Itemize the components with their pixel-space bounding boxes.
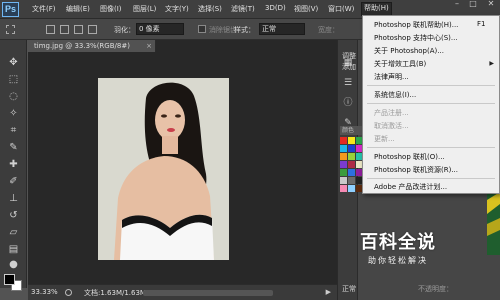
eraser-tool-icon[interactable]: ▱: [7, 226, 20, 239]
opacity-label: 不透明度：: [418, 285, 453, 293]
menu-window[interactable]: 窗口(W): [328, 4, 354, 14]
foreground-color-swatch[interactable]: [4, 274, 15, 285]
tools-panel: ✥ ⬚ ◌ ✧ ⌗ ✎ ✚ ✐ ⊥ ↺ ▱ ▤ ●: [0, 40, 27, 291]
color-swatches[interactable]: [340, 137, 363, 193]
subtract-selection-icon[interactable]: [74, 25, 83, 34]
width-label: 宽度：: [318, 26, 339, 34]
status-bar: 33.33% 文档:1.63M/1.63M ▶: [28, 284, 337, 300]
marquee-tool-icon[interactable]: ⬚: [7, 73, 20, 86]
antialias-checkbox[interactable]: [198, 25, 206, 33]
color-swatch[interactable]: [348, 145, 355, 152]
eyedropper-tool-icon[interactable]: ✎: [7, 141, 20, 154]
maximize-button[interactable]: □: [466, 0, 480, 9]
add-adjustment-label: 添加: [342, 63, 356, 71]
menu-edit[interactable]: 编辑(E): [66, 4, 90, 14]
add-selection-icon[interactable]: [60, 25, 69, 34]
color-swatch[interactable]: [340, 161, 347, 168]
color-swatch[interactable]: [348, 161, 355, 168]
feather-input[interactable]: 0 像素: [136, 23, 184, 35]
menu-item-deactivate[interactable]: 取消激活...: [374, 121, 409, 131]
gradient-tool-icon[interactable]: ▤: [7, 243, 20, 256]
menu-layer[interactable]: 图层(L): [133, 4, 156, 14]
menu-file[interactable]: 文件(F): [32, 4, 56, 14]
watermark-title: 百科全说: [360, 232, 436, 253]
color-swatch[interactable]: [348, 153, 355, 160]
color-swatch[interactable]: [348, 185, 355, 192]
menu-item-photoshop-online[interactable]: Photoshop 联机(O)...: [374, 152, 445, 162]
healing-brush-tool-icon[interactable]: ✚: [7, 158, 20, 171]
feather-label: 羽化：: [114, 26, 135, 34]
horizontal-scrollbar[interactable]: [143, 290, 273, 296]
menu-item-system-info[interactable]: 系统信息(I)...: [374, 90, 416, 100]
image-canvas[interactable]: [98, 78, 229, 260]
close-tab-icon[interactable]: ×: [146, 40, 152, 52]
menu-help[interactable]: 帮助(H): [361, 2, 392, 16]
menu-item-legal-notices[interactable]: 法律声明...: [374, 72, 409, 82]
brush-tool-icon[interactable]: ✐: [7, 175, 20, 188]
menu-item-online-resources[interactable]: Photoshop 联机资源(R)...: [374, 165, 458, 175]
color-swatch[interactable]: [340, 137, 347, 144]
document-window: timg.jpg @ 33.3%(RGB/8#) ×: [28, 40, 337, 288]
help-dropdown-menu: Photoshop 联机帮助(H)... F1 Photoshop 支持中心(S…: [362, 15, 500, 194]
plant-image: [487, 190, 500, 255]
watermark-subtitle: 助你轻松解决: [368, 256, 428, 265]
panel-info-icon[interactable]: ⓘ: [343, 98, 353, 108]
menu-image[interactable]: 图像(I): [100, 4, 122, 14]
menu-item-online-help[interactable]: Photoshop 联机帮助(H)...: [374, 20, 458, 30]
color-swatch[interactable]: [340, 145, 347, 152]
close-window-button[interactable]: ✕: [484, 0, 498, 9]
color-swatch[interactable]: [348, 137, 355, 144]
style-label: 样式：: [234, 26, 255, 34]
marquee-preset-icon[interactable]: [6, 25, 15, 34]
menu-item-product-registration[interactable]: 产品注册...: [374, 108, 409, 118]
color-swatch[interactable]: [348, 177, 355, 184]
crop-tool-icon[interactable]: ⌗: [7, 124, 20, 137]
status-menu-arrow[interactable]: ▶: [326, 288, 331, 296]
color-swatch[interactable]: [340, 185, 347, 192]
menu-item-about-plugins[interactable]: 关于增效工具(B): [374, 59, 426, 69]
menu-view[interactable]: 视图(V): [294, 4, 318, 14]
online-help-shortcut: F1: [477, 20, 486, 28]
color-swatch[interactable]: [340, 153, 347, 160]
lasso-tool-icon[interactable]: ◌: [7, 90, 20, 103]
blend-mode-select[interactable]: 正常: [342, 284, 356, 294]
menu-select[interactable]: 选择(S): [198, 4, 222, 14]
submenu-arrow-icon: ▶: [489, 60, 494, 67]
menu-item-updates[interactable]: 更新...: [374, 134, 395, 144]
color-swatch[interactable]: [340, 177, 347, 184]
color-swatch[interactable]: [340, 169, 347, 176]
panel-properties-icon[interactable]: ☰: [343, 78, 353, 88]
thumbnail-image: [487, 190, 500, 255]
menu-item-improvement-program[interactable]: Adobe 产品改进计划...: [374, 182, 447, 192]
watermark: 百科全说 助你轻松解决: [338, 224, 468, 274]
menu-type[interactable]: 文字(Y): [165, 4, 189, 14]
dodge-tool-icon[interactable]: ●: [7, 258, 20, 271]
magic-wand-tool-icon[interactable]: ✧: [7, 107, 20, 120]
document-tab-title: timg.jpg @ 33.3%(RGB/8#): [34, 42, 130, 50]
menu-separator: [367, 85, 495, 86]
move-tool-icon[interactable]: ✥: [7, 56, 20, 69]
menu-3d[interactable]: 3D(D): [265, 4, 286, 12]
menu-filter[interactable]: 滤镜(T): [231, 4, 255, 14]
photoshop-logo: Ps: [2, 2, 19, 17]
style-select[interactable]: 正常: [259, 23, 305, 35]
antialias-label: 消除锯齿: [209, 26, 237, 34]
document-tab[interactable]: timg.jpg @ 33.3%(RGB/8#) ×: [28, 40, 156, 52]
intersect-selection-icon[interactable]: [88, 25, 97, 34]
menu-separator: [367, 103, 495, 104]
color-swatch[interactable]: [348, 169, 355, 176]
history-brush-tool-icon[interactable]: ↺: [7, 209, 20, 222]
zoom-level[interactable]: 33.33%: [31, 288, 58, 296]
portrait-image: [98, 78, 229, 260]
new-selection-icon[interactable]: [46, 25, 55, 34]
adjust-panel-label: 调整: [342, 52, 356, 60]
minimize-button[interactable]: –: [450, 0, 464, 9]
clone-stamp-tool-icon[interactable]: ⊥: [7, 192, 20, 205]
menu-item-about-photoshop[interactable]: 关于 Photoshop(A)...: [374, 46, 444, 56]
menu-item-support-center[interactable]: Photoshop 支持中心(S)...: [374, 33, 458, 43]
status-info-icon: [65, 289, 72, 296]
document-size: 文档:1.63M/1.63M: [84, 289, 146, 297]
menu-separator: [367, 147, 495, 148]
menu-separator: [367, 178, 495, 179]
